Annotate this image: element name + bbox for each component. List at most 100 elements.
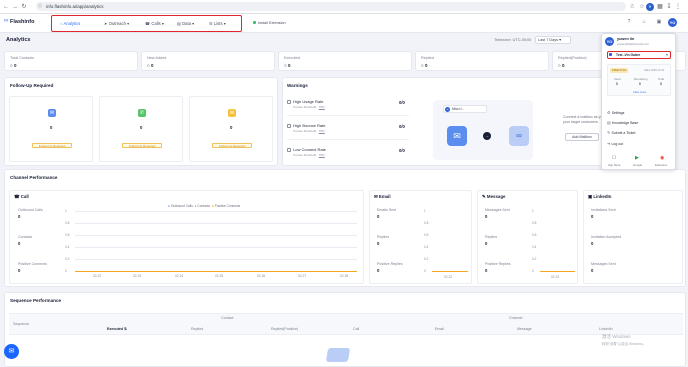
menu-analytics[interactable]: ○ Analytics <box>60 21 80 26</box>
follow-up-button[interactable]: Follow-Up Required <box>122 143 162 148</box>
x-tick: 02-23 <box>133 274 142 278</box>
x-tick: 02-22 <box>551 275 560 279</box>
follow-up-button[interactable]: Follow-Up Required <box>32 143 72 148</box>
add-mailbox-button[interactable]: Add Mailbox <box>565 133 599 141</box>
address-bar[interactable]: info.flashinfo.ai/app/analytics <box>36 2 626 11</box>
back-icon[interactable]: ← <box>2 3 10 11</box>
threshold-link[interactable]: 70% <box>319 153 325 157</box>
extension-icon <box>253 21 256 24</box>
credit-value: 0 <box>616 82 618 86</box>
browser-profile-avatar[interactable]: Y <box>646 3 654 11</box>
gear-icon: ⚙ <box>607 110 611 115</box>
follow-up-card: ✉ 0 Follow-Up Required <box>189 96 273 162</box>
grid-line <box>75 259 357 260</box>
menu-outreach[interactable]: ➤ Outreach ▾ <box>104 21 129 26</box>
grid-icon[interactable]: ▣ <box>656 19 662 25</box>
y-tick: 1 <box>65 209 67 213</box>
mailbox-chip-icon: ∞ <box>445 107 450 112</box>
google-play-icon[interactable]: ▶ <box>635 155 639 161</box>
follow-up-card: ✆ 0 Follow-Up Required <box>99 96 183 162</box>
threshold-link[interactable]: 70% <box>319 105 325 109</box>
col-email: Email <box>435 327 444 331</box>
help-icon[interactable]: ? <box>626 19 632 25</box>
view-more-link[interactable]: View more <box>633 90 646 94</box>
metric-label: Emails Sent <box>377 208 397 212</box>
x-tick: 02-26 <box>257 274 266 278</box>
install-extension-link[interactable]: Install Extension <box>258 21 286 25</box>
translate-icon[interactable]: ☃ <box>628 3 636 11</box>
extensions-icon[interactable]: ▦ <box>656 3 664 11</box>
metric-value: 0 <box>591 268 594 273</box>
chrome-icon[interactable]: ◉ <box>660 155 664 161</box>
plan-card: FREE PLAN Valid: 2025-12-31 Used Remaini… <box>607 64 671 96</box>
col-executed[interactable]: Executed ⇅ <box>107 327 127 331</box>
col-replied: Replied <box>191 327 204 331</box>
metric-value: 0 <box>377 268 380 273</box>
channel-performance-panel: Channel Performance ☎ Call Outbound Call… <box>4 169 686 287</box>
x-tick: 02-28 <box>340 274 349 278</box>
stat-label: Total Contacts <box>10 56 35 60</box>
menu-lists[interactable]: ☰ Lists ▾ <box>209 21 226 26</box>
notification-bell-icon[interactable]: ♨ <box>641 19 647 25</box>
metric-value: 0 <box>377 214 380 219</box>
call-chart: 1 0.8 0.6 0.4 0.2 0 02-22 02-23 02-24 02… <box>65 209 360 281</box>
browser-menu-icon[interactable]: ⋮ <box>674 3 682 11</box>
connect-icon: → <box>483 132 491 140</box>
stat-value: ○ 0 <box>421 63 428 68</box>
metric-label: Contacts <box>18 235 33 239</box>
metric-value: 0 <box>18 268 21 273</box>
reload-icon[interactable]: ↻ <box>20 3 28 11</box>
metric-value: 0 <box>485 214 488 219</box>
apple-icon[interactable]:  <box>612 155 616 161</box>
follow-up-value: 0 <box>50 125 53 130</box>
series-line <box>75 271 357 272</box>
email-title: ✉ Email <box>374 194 391 199</box>
credit-col-label: Total <box>658 77 664 81</box>
forward-icon[interactable]: → <box>11 3 19 11</box>
menu-data[interactable]: ▤ Data ▾ <box>177 21 194 26</box>
sequence-performance-title: Sequence Performance <box>10 298 62 303</box>
windows-activation-subtext: 转到“设置”以激活 Windows。 <box>602 342 647 346</box>
site-info-icon[interactable]: ⓘ <box>38 4 42 8</box>
date-range-select[interactable]: Last 7 Days ▾ <box>535 36 571 44</box>
popup-knowledge-base-item[interactable]: ▤ Knowledge Base <box>607 120 671 126</box>
menu-calls[interactable]: ☎ Calls ▾ <box>145 21 164 26</box>
y-tick: 0.8 <box>65 221 70 225</box>
team-select[interactable]: Test -Vin Guber <box>607 51 671 59</box>
stat-label: Replied <box>421 56 434 60</box>
chat-support-button[interactable]: ✉ <box>4 344 19 359</box>
metric-label: Positive Replies <box>377 262 403 266</box>
stat-value: ○ 0 <box>147 63 154 68</box>
y-tick: 0.4 <box>532 245 537 249</box>
grid-line <box>75 211 357 212</box>
url-text: info.flashinfo.ai/app/analytics <box>46 4 104 9</box>
popup-logout-item[interactable]: ➜ Log out <box>607 141 671 147</box>
popup-settings-item[interactable]: ⚙ Settings <box>607 110 671 116</box>
follow-up-value: 0 <box>230 125 233 130</box>
popup-submit-ticket-item[interactable]: ✎ Submit a Ticket <box>607 130 671 136</box>
timezone-label: Timezone: UTC-05:00 <box>494 38 532 42</box>
team-icon <box>609 53 612 56</box>
warning-row: High Bounce Rate Current threshold : 70%… <box>287 120 409 140</box>
windows-activation-watermark: 激活 Windows <box>602 334 631 339</box>
checkbox-icon <box>287 100 291 104</box>
series-line <box>540 271 575 272</box>
user-avatar[interactable]: YO <box>668 18 677 27</box>
team-chevron-icon[interactable]: ▾ <box>666 52 668 57</box>
warnings-title: Warnings <box>287 83 308 88</box>
stat-label: New Added <box>147 56 167 60</box>
downloads-icon[interactable]: ↧ <box>665 3 673 11</box>
mailbox-text: Connect a mailbox as you your target cust… <box>563 115 605 124</box>
credit-value: 0 <box>639 82 641 86</box>
linkedin-title: ▣ LinkedIn <box>588 194 612 199</box>
follow-up-button[interactable]: Follow-Up Required <box>212 143 252 148</box>
col-sequence: Sequence <box>13 322 30 326</box>
metric-value: 0 <box>591 214 594 219</box>
threshold-link[interactable]: 70% <box>319 129 325 133</box>
col-replied-positive: Replied(Positive) <box>271 327 299 331</box>
app-logo[interactable]: Flashinfo <box>10 19 34 25</box>
bookmark-star-icon[interactable]: ☆ <box>638 3 646 11</box>
y-tick: 0 <box>65 269 67 273</box>
profile-popup: YO yuwen lin yuwen@flashinfosoft.com Tes… <box>601 33 676 170</box>
warning-row: Low Connect Rate Current threshold : 70%… <box>287 144 409 164</box>
